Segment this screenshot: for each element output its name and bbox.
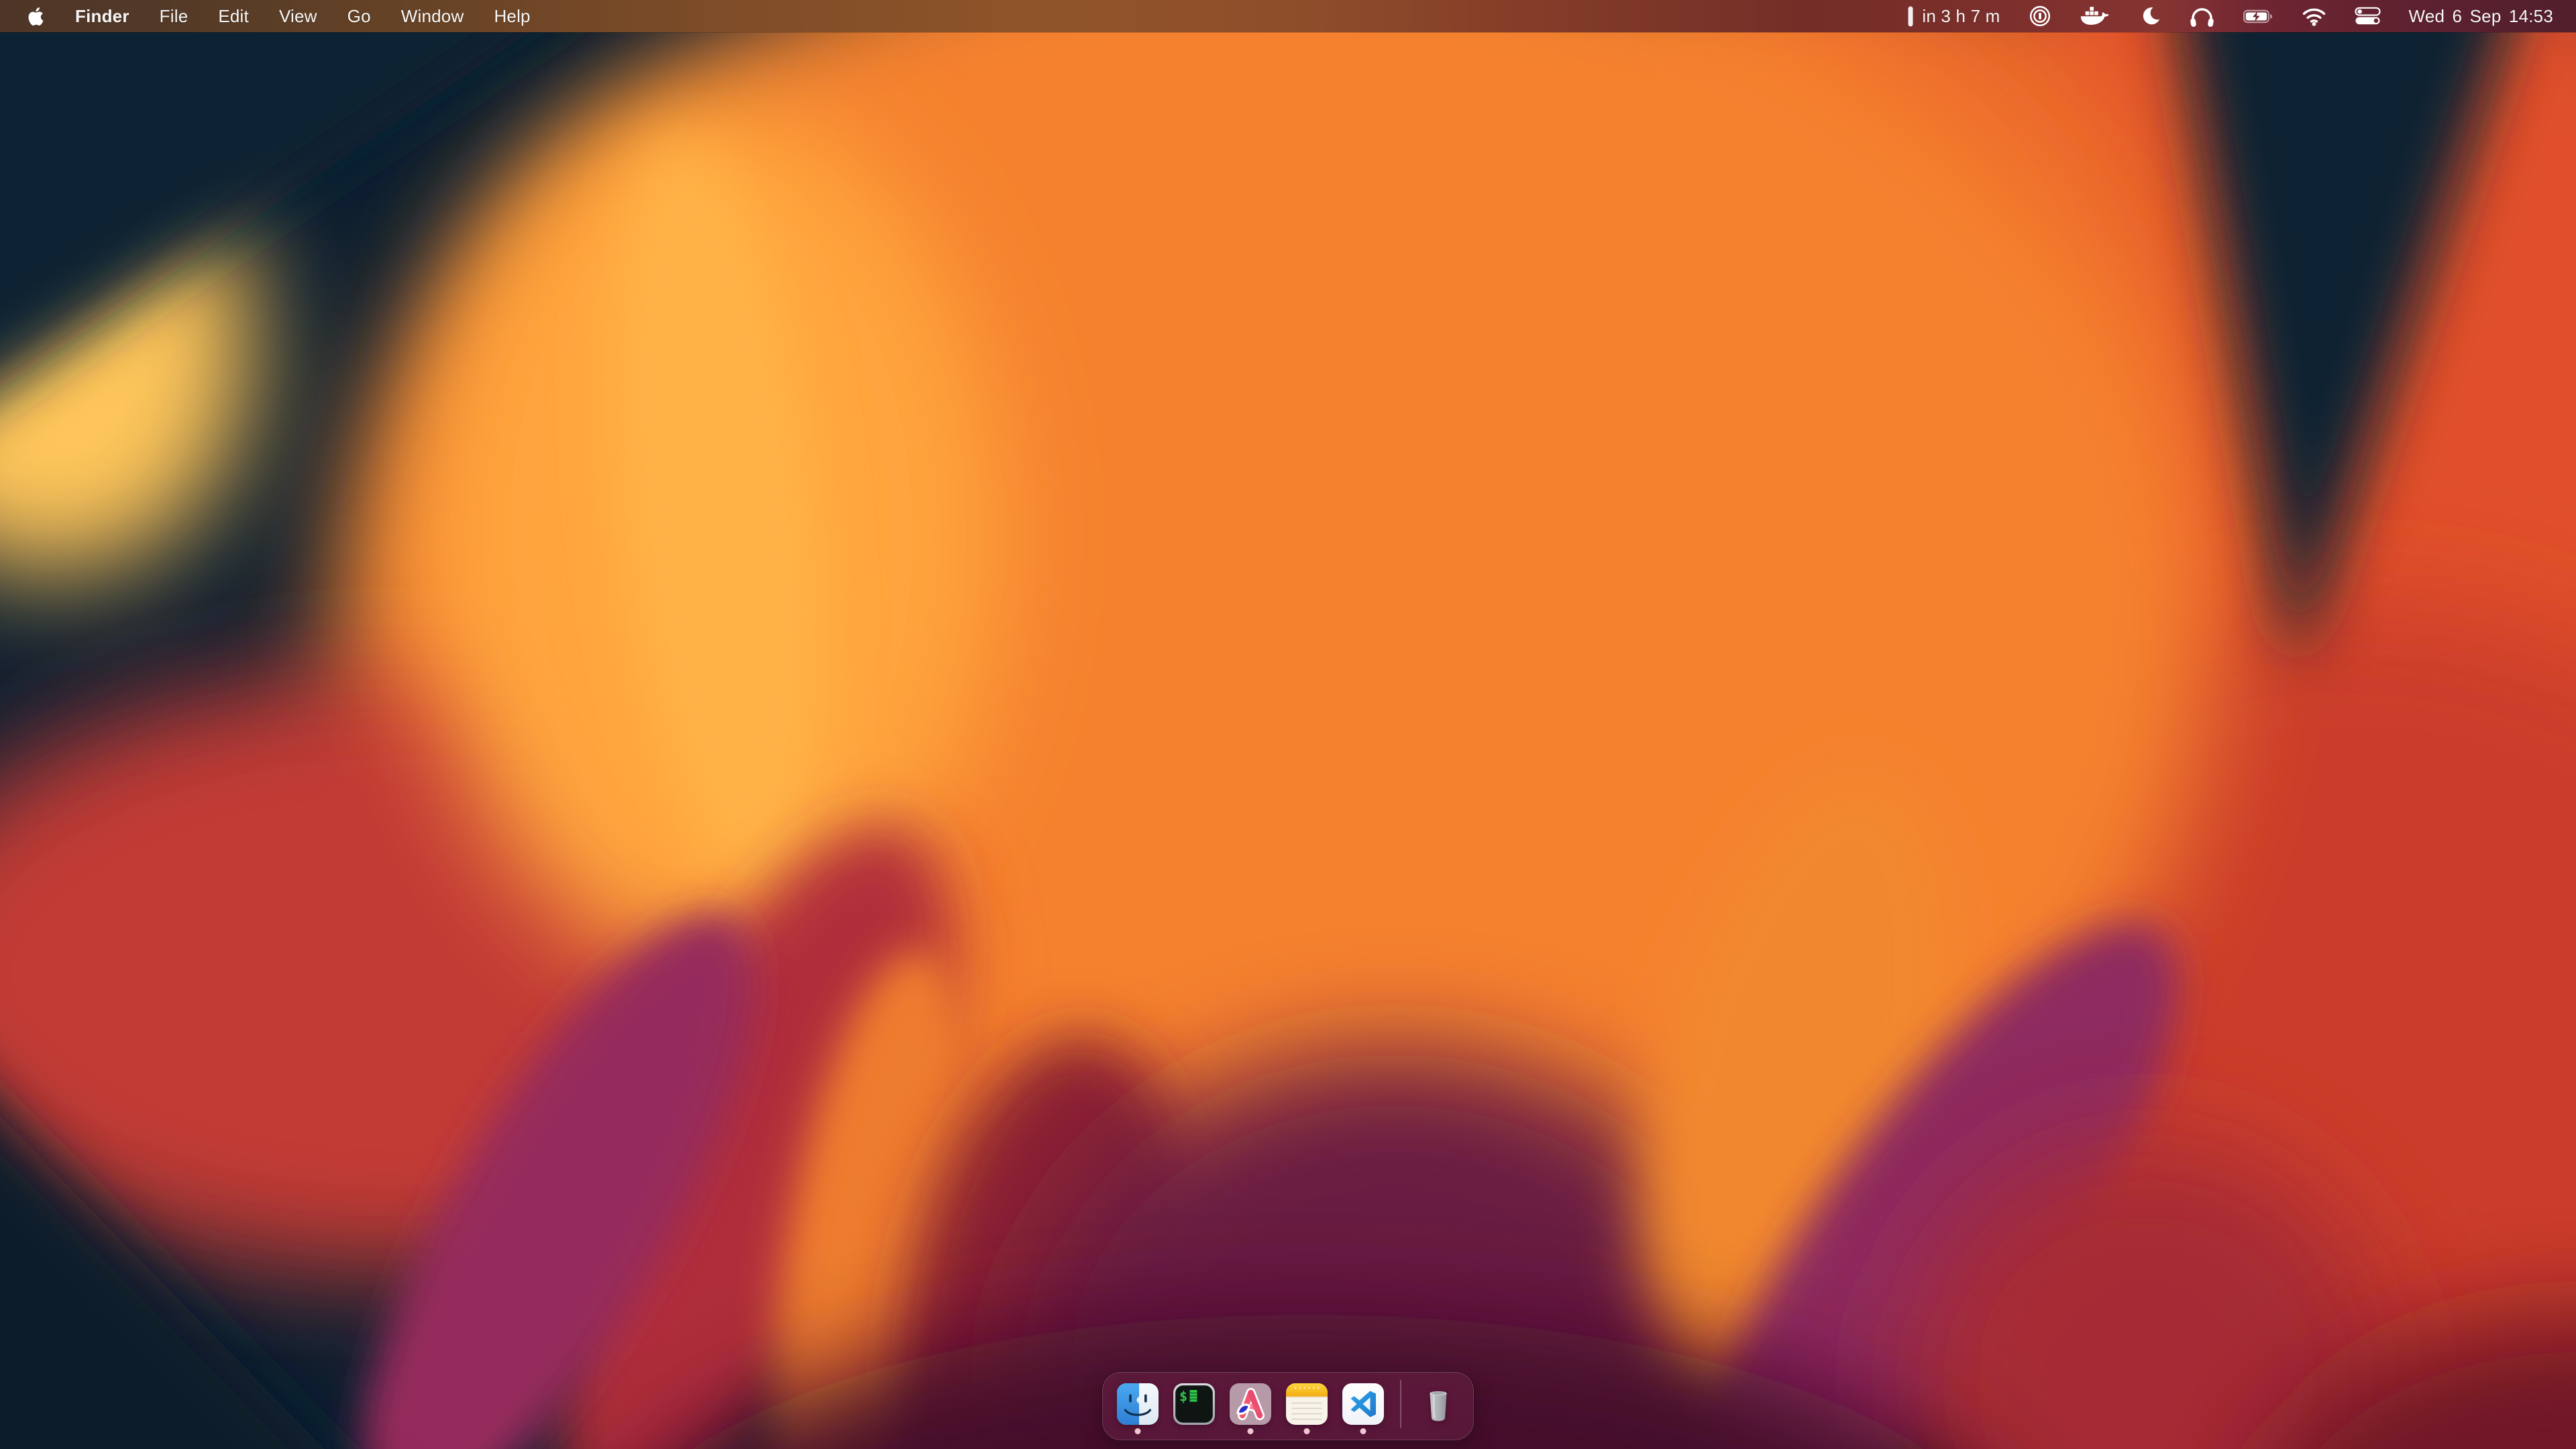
countdown-label: in 3 h 7 m [1922,6,2000,27]
vertical-pill-indicator-icon [1908,6,1913,27]
status-countdown[interactable]: in 3 h 7 m [1908,6,2000,27]
running-indicator [1248,1428,1254,1434]
status-1password[interactable] [2029,5,2051,28]
dock-item-notes[interactable] [1286,1383,1328,1425]
menu-bar: Finder File Edit View Go Window Help in … [0,0,2576,32]
desktop: Finder File Edit View Go Window Help in … [0,0,2576,1449]
docker-whale-icon [2080,5,2110,28]
moon-icon [2139,5,2161,28]
status-wifi[interactable] [2302,7,2326,26]
wallpaper-image [0,0,2576,1449]
menu-item-edit[interactable]: Edit [218,6,249,27]
menu-item-window[interactable]: Window [401,6,464,27]
svg-text:$: $ [1179,1389,1187,1405]
dock-panel: $ [1102,1372,1474,1440]
menu-item-help[interactable]: Help [494,6,530,27]
battery-charging-icon [2243,9,2273,24]
menu-item-view[interactable]: View [279,6,317,27]
running-indicator [1304,1428,1310,1434]
dock: $ [0,1372,2576,1440]
arc-browser-icon [1230,1383,1271,1425]
menu-item-go[interactable]: Go [347,6,371,27]
status-battery[interactable] [2243,9,2273,24]
running-indicator [1360,1428,1366,1434]
headphones-icon [2189,5,2215,28]
notes-icon [1286,1383,1328,1425]
running-indicator [1135,1428,1141,1434]
terminal-icon: $ [1173,1383,1215,1425]
keyhole-circle-icon [2029,5,2051,28]
dock-item-trash[interactable] [1417,1383,1459,1425]
status-docker[interactable] [2080,5,2110,28]
vscode-icon [1342,1383,1384,1425]
menu-item-file[interactable]: File [160,6,189,27]
apple-logo-icon [27,6,45,27]
control-center-icon [2355,7,2381,25]
trash-icon [1417,1383,1459,1425]
status-audio[interactable] [2189,5,2215,28]
apple-menu[interactable] [27,6,45,27]
dock-separator [1400,1380,1401,1428]
dock-item-vscode[interactable] [1342,1383,1384,1425]
wifi-icon [2302,7,2326,26]
finder-icon [1117,1383,1159,1425]
dock-item-terminal[interactable]: $ [1173,1383,1215,1425]
status-control-center[interactable] [2355,7,2381,25]
menu-bar-clock[interactable]: Wed 6 Sep 14:53 [2409,6,2553,27]
status-focus[interactable] [2139,5,2161,28]
menu-item-finder[interactable]: Finder [75,6,129,27]
dock-item-finder[interactable] [1117,1383,1159,1425]
dock-item-arc[interactable] [1230,1383,1271,1425]
